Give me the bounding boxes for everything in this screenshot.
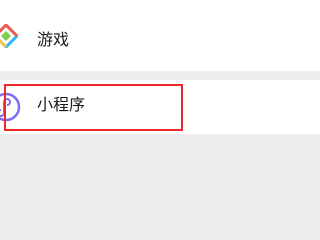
list-item-games-label: 游戏 (37, 30, 70, 49)
settings-list: 游戏 小程序 (0, 0, 320, 240)
games-diamond-icon (0, 24, 18, 48)
list-item-mini-program-label: 小程序 (37, 95, 86, 114)
mini-program-icon (0, 92, 21, 122)
